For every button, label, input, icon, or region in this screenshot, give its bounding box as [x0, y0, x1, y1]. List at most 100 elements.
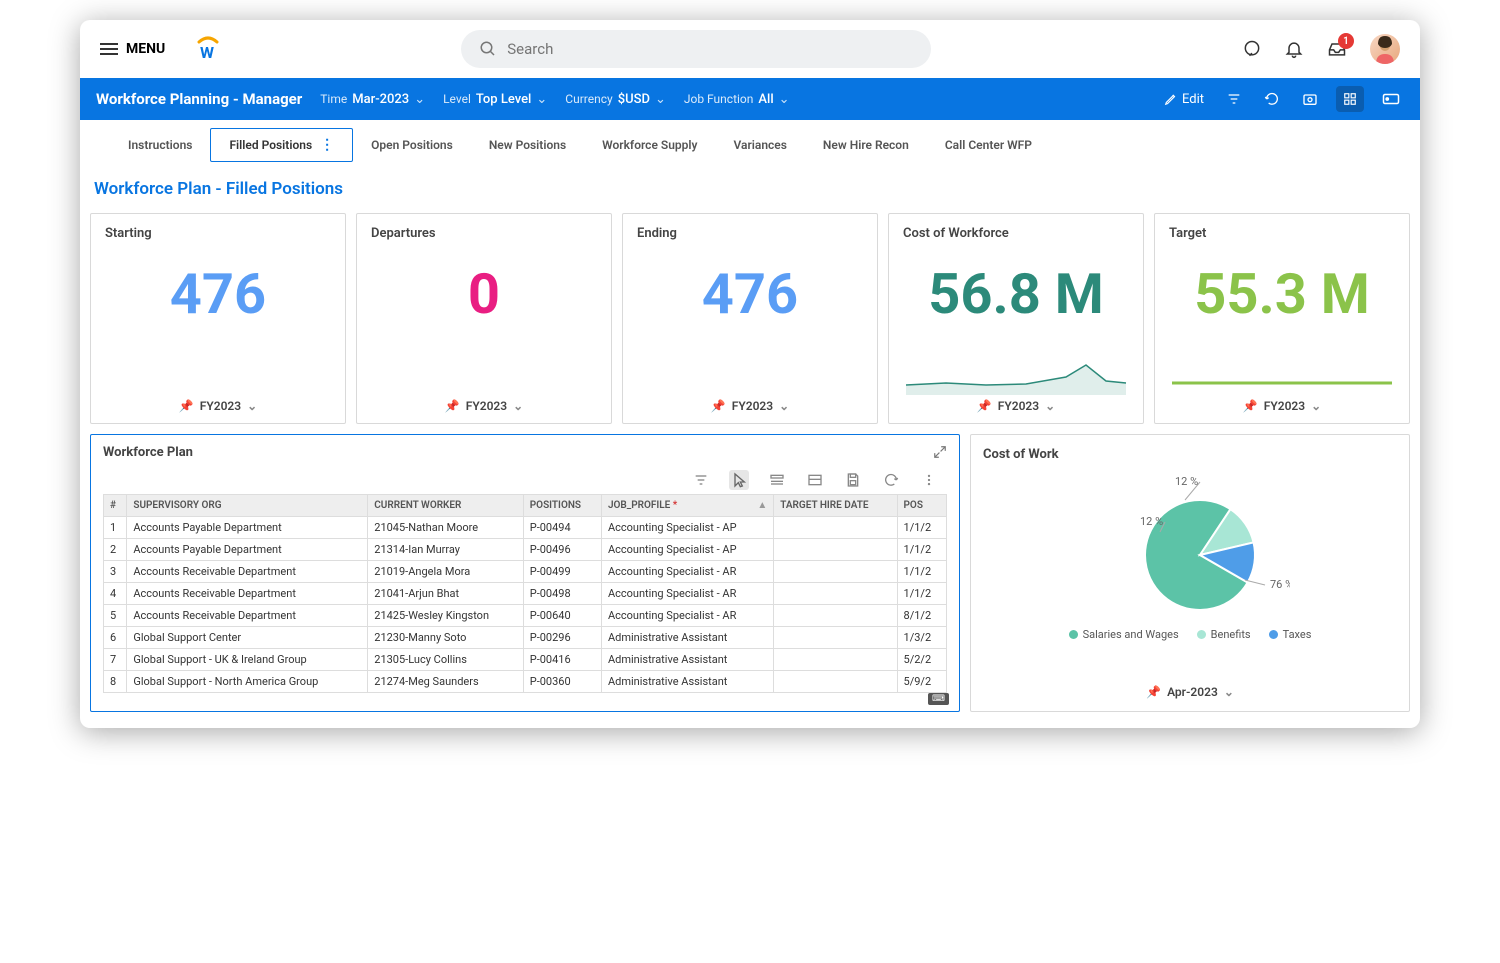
menu-label: MENU [126, 41, 165, 57]
workforce-table: #SUPERVISORY ORGCURRENT WORKERPOSITIONSJ… [103, 494, 947, 693]
filter-currency[interactable]: Currency $USD ⌄ [565, 92, 666, 107]
notifications-icon[interactable] [1284, 39, 1304, 59]
tab-bar: InstructionsFilled Positions⋮Open Positi… [80, 120, 1420, 163]
edit-button[interactable]: Edit [1160, 88, 1208, 111]
svg-text:W: W [200, 43, 214, 62]
legend-taxes[interactable]: Taxes [1269, 628, 1312, 641]
inbox-badge: 1 [1338, 33, 1354, 49]
pin-icon: 📌 [445, 399, 460, 413]
filter-level[interactable]: Level Top Level ⌄ [443, 92, 547, 107]
legend-salaries-and-wages[interactable]: Salaries and Wages [1069, 628, 1179, 641]
pie-sub[interactable]: 📌 Apr-2023 ⌄ [983, 685, 1397, 699]
table-setting1-icon[interactable] [767, 470, 787, 490]
tab-new-positions[interactable]: New Positions [471, 130, 584, 160]
chevron-down-icon: ⌄ [655, 92, 666, 107]
col-positions[interactable]: POSITIONS [523, 495, 601, 517]
table-row[interactable]: 3Accounts Receivable Department21019-Ang… [104, 561, 947, 583]
chevron-down-icon: ⌄ [779, 399, 789, 413]
inbox-icon[interactable]: 1 [1326, 39, 1348, 59]
hamburger-icon [100, 43, 118, 55]
kpi-period-selector[interactable]: 📌FY2023⌄ [903, 399, 1129, 413]
chevron-down-icon: ⌄ [536, 92, 547, 107]
pie-chart: 76 % 12 % 12 % [983, 470, 1397, 620]
redo-icon[interactable] [881, 470, 901, 490]
kpi-cost-of-workforce: Cost of Workforce56.8 M📌FY2023⌄ [888, 213, 1144, 424]
svg-text:76 %: 76 % [1270, 578, 1290, 591]
expand-icon[interactable] [933, 445, 947, 459]
chevron-down-icon: ⌄ [513, 399, 523, 413]
menu-button[interactable]: MENU [100, 41, 165, 57]
search-bar[interactable] [461, 30, 931, 68]
kpi-departures: Departures0📌FY2023⌄ [356, 213, 612, 424]
table-setting2-icon[interactable] [805, 470, 825, 490]
search-icon [479, 40, 497, 58]
table-cursor-icon[interactable] [729, 470, 749, 490]
pie-title: Cost of Work [983, 447, 1397, 462]
col--[interactable]: # [104, 495, 127, 517]
save-icon[interactable] [843, 470, 863, 490]
tab-instructions[interactable]: Instructions [110, 130, 210, 160]
avatar[interactable] [1370, 34, 1400, 64]
pin-icon: 📌 [1146, 685, 1161, 699]
workday-logo[interactable]: W [193, 36, 223, 62]
filter-job-function[interactable]: Job Function All ⌄ [684, 92, 790, 107]
chevron-down-icon: ⌄ [247, 399, 257, 413]
workforce-plan-panel: Workforce Plan #SUPERVISORY ORGCURRENT W… [90, 434, 960, 712]
svg-text:12 %: 12 % [1140, 515, 1163, 528]
kpi-period-selector[interactable]: 📌FY2023⌄ [1169, 399, 1395, 413]
tab-call-center-wfp[interactable]: Call Center WFP [927, 130, 1050, 160]
col-target-hire-date[interactable]: TARGET HIRE DATE [774, 495, 897, 517]
kpi-period-selector[interactable]: 📌FY2023⌄ [637, 399, 863, 413]
chat-icon[interactable] [1242, 39, 1262, 59]
col-pos[interactable]: POS [897, 495, 946, 517]
topbar: MENU W 1 [80, 20, 1420, 78]
col-supervisory-org[interactable]: SUPERVISORY ORG [127, 495, 368, 517]
tab-workforce-supply[interactable]: Workforce Supply [584, 130, 715, 160]
table-filter-icon[interactable] [691, 470, 711, 490]
chevron-down-icon: ⌄ [1311, 399, 1321, 413]
section-title: Workforce Plan - Filled Positions [90, 179, 1410, 199]
context-bar: Workforce Planning - Manager Time Mar-20… [80, 78, 1420, 120]
filter-icon[interactable] [1222, 87, 1246, 111]
table-row[interactable]: 4Accounts Receivable Department21041-Arj… [104, 583, 947, 605]
chevron-down-icon: ⌄ [779, 92, 790, 107]
screenshot-icon[interactable] [1298, 87, 1322, 111]
refresh-icon[interactable] [1260, 87, 1284, 111]
search-input[interactable] [507, 40, 913, 58]
kpi-period-selector[interactable]: 📌FY2023⌄ [105, 399, 331, 413]
kpi-period-selector[interactable]: 📌FY2023⌄ [371, 399, 597, 413]
kpi-target: Target55.3 M📌FY2023⌄ [1154, 213, 1410, 424]
tab-more-icon[interactable]: ⋮ [320, 137, 334, 153]
table-row[interactable]: 1Accounts Payable Department21045-Nathan… [104, 517, 947, 539]
table-row[interactable]: 6Global Support Center21230-Manny SotoP-… [104, 627, 947, 649]
keyboard-badge: ⌨ [928, 693, 949, 705]
chevron-down-icon: ⌄ [1045, 399, 1055, 413]
tab-open-positions[interactable]: Open Positions [353, 130, 471, 160]
col-current-worker[interactable]: CURRENT WORKER [368, 495, 524, 517]
chevron-down-icon: ⌄ [414, 92, 425, 107]
table-row[interactable]: 7Global Support - UK & Ireland Group2130… [104, 649, 947, 671]
pin-icon: 📌 [977, 399, 992, 413]
page-title: Workforce Planning - Manager [96, 90, 302, 108]
table-row[interactable]: 5Accounts Receivable Department21425-Wes… [104, 605, 947, 627]
pin-icon: 📌 [179, 399, 194, 413]
cost-of-work-panel: Cost of Work 76 % 12 % 12 % Salaries and W… [970, 434, 1410, 712]
pin-icon: 📌 [711, 399, 726, 413]
more-icon[interactable] [919, 470, 939, 490]
svg-text:12 %: 12 % [1175, 475, 1198, 488]
pin-icon: 📌 [1243, 399, 1258, 413]
chevron-down-icon: ⌄ [1224, 685, 1234, 699]
legend-benefits[interactable]: Benefits [1197, 628, 1251, 641]
kpi-ending: Ending476📌FY2023⌄ [622, 213, 878, 424]
tab-variances[interactable]: Variances [715, 130, 804, 160]
grid-view-icon[interactable] [1336, 86, 1364, 112]
kpi-starting: Starting476📌FY2023⌄ [90, 213, 346, 424]
tab-filled-positions[interactable]: Filled Positions⋮ [210, 128, 353, 162]
table-title: Workforce Plan [103, 445, 947, 460]
table-row[interactable]: 8Global Support - North America Group212… [104, 671, 947, 693]
present-icon[interactable] [1378, 88, 1404, 110]
filter-time[interactable]: Time Mar-2023 ⌄ [320, 92, 425, 107]
tab-new-hire-recon[interactable]: New Hire Recon [805, 130, 927, 160]
col-job-profile[interactable]: JOB_PROFILE * ▲ [601, 495, 773, 517]
table-row[interactable]: 2Accounts Payable Department21314-Ian Mu… [104, 539, 947, 561]
